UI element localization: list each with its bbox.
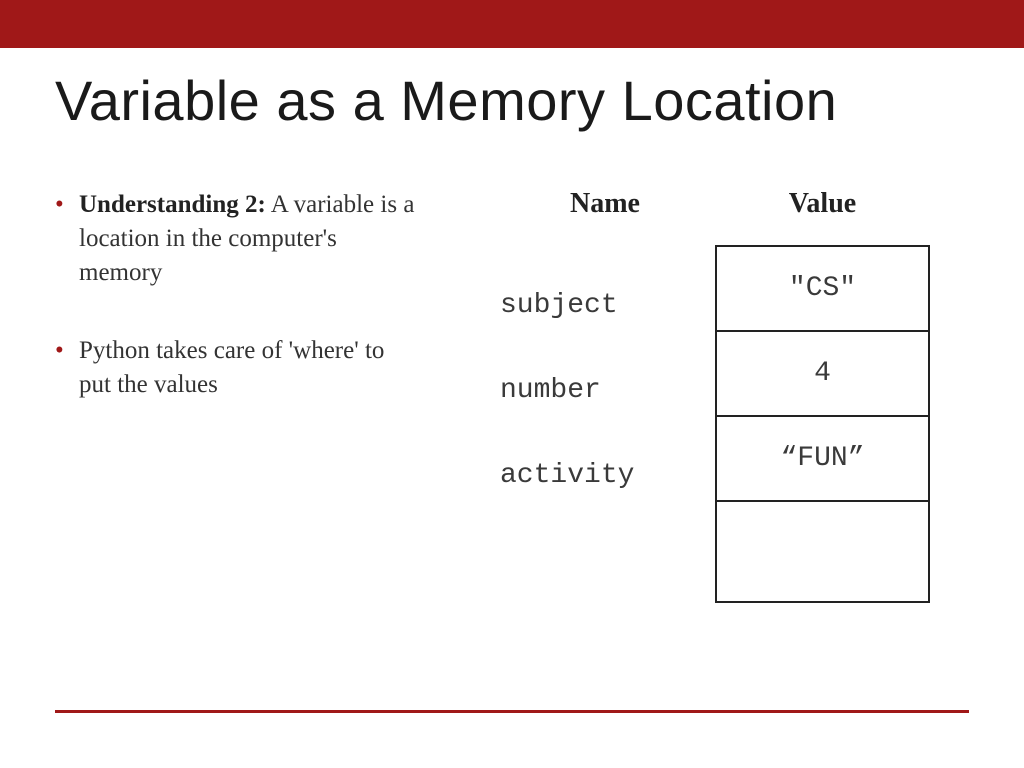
variable-name <box>495 518 715 603</box>
slide-content: Variable as a Memory Location Understand… <box>0 48 1024 603</box>
values-column: "CS" 4 “FUN” <box>715 245 930 603</box>
bullet-list: Understanding 2: A variable is a locatio… <box>55 188 415 603</box>
bullet-bold: Understanding 2: <box>79 191 266 218</box>
memory-cell <box>717 502 928 587</box>
memory-diagram: Name Value subject number activity "CS" … <box>475 188 969 603</box>
bottom-accent-rule <box>55 710 969 713</box>
diagram-header: Name Value <box>495 188 969 220</box>
body-row: Understanding 2: A variable is a locatio… <box>55 188 969 603</box>
names-column: subject number activity <box>495 245 715 603</box>
name-column-header: Name <box>495 188 715 220</box>
variable-name: number <box>495 348 715 433</box>
memory-cell: 4 <box>717 332 928 417</box>
variable-name: subject <box>495 263 715 348</box>
bullet-text: Python takes care of 'where' to put the … <box>79 337 384 398</box>
variable-name: activity <box>495 433 715 518</box>
value-column-header: Value <box>715 188 930 220</box>
bullet-item: Python takes care of 'where' to put the … <box>55 334 415 402</box>
slide-title: Variable as a Memory Location <box>55 68 969 133</box>
memory-cell: "CS" <box>717 247 928 332</box>
diagram-body: subject number activity "CS" 4 “FUN” <box>495 245 969 603</box>
top-accent-bar <box>0 0 1024 48</box>
memory-cell: “FUN” <box>717 417 928 502</box>
bullet-item: Understanding 2: A variable is a locatio… <box>55 188 415 289</box>
